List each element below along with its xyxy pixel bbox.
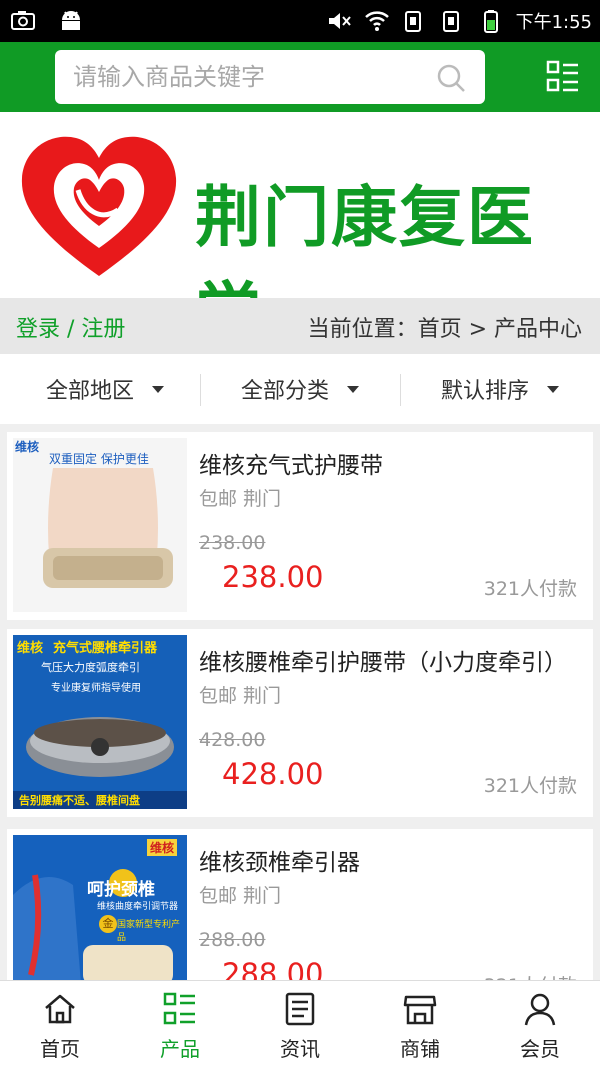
thumb-subtitle: 气压大力度弧度牵引 xyxy=(41,661,140,674)
top-header xyxy=(0,42,600,112)
tab-products[interactable]: 产品 xyxy=(120,981,240,1067)
category-menu-icon[interactable] xyxy=(546,60,580,94)
thumb-subtitle: 维核曲度牵引调节器 xyxy=(97,902,179,912)
status-bar: 下午1:55 xyxy=(0,0,600,42)
product-price: 288.00 xyxy=(222,957,324,980)
filter-category[interactable]: 全部分类 xyxy=(200,354,400,424)
product-meta: 包邮 荆门 xyxy=(199,685,282,707)
original-price: 428.00 xyxy=(199,729,266,751)
wifi-icon xyxy=(364,11,389,31)
breadcrumb-bar: 登录 / 注册 当前位置：首页 > 产品中心 xyxy=(0,298,600,354)
heart-logo-icon xyxy=(21,136,177,276)
tab-label: 产品 xyxy=(160,1037,200,1061)
tab-label: 资讯 xyxy=(280,1037,320,1061)
search-icon[interactable] xyxy=(435,62,467,94)
filter-bar: 全部地区 全部分类 默认排序 xyxy=(0,354,600,424)
product-title[interactable]: 维核充气式护腰带 xyxy=(199,446,579,480)
tab-home[interactable]: 首页 xyxy=(0,981,120,1067)
android-icon xyxy=(62,11,80,30)
tab-label: 首页 xyxy=(40,1037,80,1061)
product-card[interactable]: 维核 双重固定 保护更佳 维核充气式护腰带 包邮 荆门 238.00 238.0… xyxy=(7,432,593,620)
tab-store[interactable]: 商铺 xyxy=(360,981,480,1067)
product-image[interactable]: 维核 双重固定 保护更佳 xyxy=(13,438,187,612)
product-price: 238.00 xyxy=(222,560,324,594)
filter-label: 默认排序 xyxy=(440,379,529,404)
product-title[interactable]: 维核颈椎牵引器 xyxy=(199,843,579,877)
thumb-subtitle-2: 专业康复师指导使用 xyxy=(51,683,141,694)
thumb-footer: 告别腰痛不适、腰椎间盘 xyxy=(19,794,140,807)
thumb-caption: 充气式腰椎牵引器 xyxy=(53,641,158,656)
brand-banner[interactable]: 荆门康复医学 xyxy=(0,112,600,352)
thumb-brand: 维核 xyxy=(15,440,40,454)
filter-sort[interactable]: 默认排序 xyxy=(400,354,600,424)
product-card[interactable]: 维核 呵护颈椎 维核曲度牵引调节器 金 国家新型专利产品 维核颈椎牵引器 包邮 … xyxy=(7,829,593,980)
caret-down-icon xyxy=(347,385,359,393)
login-register-link[interactable]: 登录 / 注册 xyxy=(16,311,125,343)
breadcrumb: 当前位置：首页 > 产品中心 xyxy=(307,317,582,342)
sim-signal-icon-2 xyxy=(442,11,459,32)
sales-count: 321人付款 xyxy=(483,775,577,797)
tab-member[interactable]: 会员 xyxy=(480,981,600,1067)
thumb-caption: 呵护颈椎 xyxy=(87,880,155,900)
original-price: 288.00 xyxy=(199,929,266,951)
screenshot-icon xyxy=(11,11,35,30)
member-icon xyxy=(524,993,556,1026)
filter-label: 全部地区 xyxy=(45,379,134,404)
product-image[interactable]: 维核 呵护颈椎 维核曲度牵引调节器 金 国家新型专利产品 xyxy=(13,835,187,980)
tab-news[interactable]: 资讯 xyxy=(240,981,360,1067)
news-icon xyxy=(285,992,315,1026)
product-price: 428.00 xyxy=(222,757,324,791)
thumb-badge: 金 xyxy=(99,915,117,933)
filter-label: 全部分类 xyxy=(240,379,329,404)
caret-down-icon xyxy=(152,385,164,393)
original-price: 238.00 xyxy=(199,532,266,554)
tab-label: 会员 xyxy=(520,1037,560,1061)
tab-label: 商铺 xyxy=(400,1037,440,1061)
sales-count: 321人付款 xyxy=(483,578,577,600)
thumb-brand: 维核 xyxy=(146,839,177,856)
status-time: 下午1:55 xyxy=(515,12,592,33)
product-card[interactable]: 维核 充气式腰椎牵引器 气压大力度弧度牵引 专业康复师指导使用 告别腰痛不适、腰… xyxy=(7,629,593,817)
product-meta: 包邮 荆门 xyxy=(199,885,282,907)
caret-down-icon xyxy=(547,385,559,393)
product-meta: 包邮 荆门 xyxy=(199,488,282,510)
product-grid-icon xyxy=(163,992,195,1025)
product-list[interactable]: 维核 双重固定 保护更佳 维核充气式护腰带 包邮 荆门 238.00 238.0… xyxy=(0,424,600,980)
home-icon xyxy=(45,994,75,1024)
thumb-brand: 维核 xyxy=(17,641,44,656)
filter-region[interactable]: 全部地区 xyxy=(0,354,200,424)
search-box[interactable] xyxy=(55,50,485,104)
thumb-subtitle-2: 国家新型专利产品 xyxy=(117,920,181,943)
battery-icon xyxy=(483,10,498,33)
store-icon xyxy=(403,995,437,1025)
thumb-caption: 双重固定 保护更佳 xyxy=(49,452,149,466)
product-title[interactable]: 维核腰椎牵引护腰带（小力度牵引） xyxy=(199,643,579,677)
search-input[interactable] xyxy=(73,50,413,104)
bottom-nav: 首页 产品 资讯 商铺 会员 xyxy=(0,980,600,1067)
sim-signal-icon xyxy=(404,11,421,32)
mute-icon xyxy=(328,13,351,29)
sales-count: 321人付款 xyxy=(484,971,577,980)
product-image[interactable]: 维核 充气式腰椎牵引器 气压大力度弧度牵引 专业康复师指导使用 告别腰痛不适、腰… xyxy=(13,635,187,809)
